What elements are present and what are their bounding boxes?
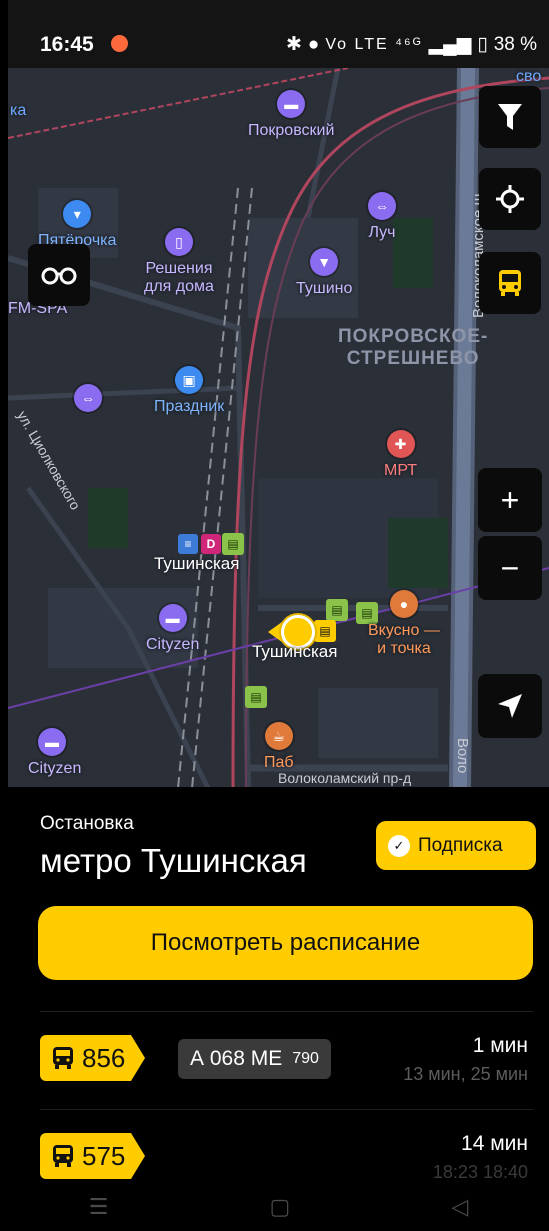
district-label: ПОКРОВСКОЕ- СТРЕШНЕВО bbox=[338, 326, 489, 369]
my-location-button[interactable] bbox=[478, 674, 542, 738]
street-label-volo: Воло bbox=[454, 738, 471, 774]
map-label-svo: сво bbox=[516, 68, 542, 85]
metro-mcd-icon: ≡ bbox=[178, 534, 198, 554]
subscribe-label: Подписка bbox=[418, 834, 503, 856]
battery-percent: 38 % bbox=[493, 33, 537, 55]
poi-cityzen-1[interactable]: ▬ Cityzen bbox=[146, 604, 199, 654]
medical-cross-icon: ✚ bbox=[386, 430, 415, 458]
back-icon[interactable]: ◁ bbox=[451, 1194, 468, 1220]
poi-tushino[interactable]: ▼ Тушино bbox=[296, 248, 352, 298]
view-schedule-button[interactable]: Посмотреть расписание bbox=[38, 906, 533, 980]
crosshair-button[interactable] bbox=[479, 168, 541, 230]
status-time: 16:45 bbox=[40, 33, 94, 56]
subscribe-button[interactable]: ✓ Подписка bbox=[376, 821, 536, 870]
poi-pab[interactable]: ☕ Паб bbox=[264, 722, 294, 772]
bus-stop-icon[interactable]: ▤ bbox=[222, 533, 244, 555]
app-screen: 16:45 ✱ ● Vo LTE ⁴⁶ᴳ ▂▄▆ ▯ 38 % ПОКРОВСК… bbox=[8, 0, 549, 1231]
system-nav-bar: ☰ ▢ ◁ bbox=[8, 1182, 549, 1231]
map-label-ka: ка bbox=[10, 102, 27, 119]
status-icons: ✱ ● Vo LTE ⁴⁶ᴳ ▂▄▆ ▯ 38 % bbox=[286, 33, 537, 56]
bus-icon bbox=[499, 270, 521, 296]
poi-prazdnik[interactable]: ⇔ bbox=[74, 384, 102, 412]
poi-vkusno[interactable]: ● Вкусно — и точка bbox=[368, 590, 440, 658]
poi-prazdnik-shop[interactable]: ▣ Праздник bbox=[154, 366, 224, 416]
route-number: 856 bbox=[82, 1042, 126, 1073]
mcd-d-icon: D bbox=[201, 534, 221, 554]
zoom-in-button[interactable]: + bbox=[478, 468, 542, 532]
network-indicator: Vo LTE ⁴⁶ᴳ bbox=[325, 35, 423, 53]
map-view[interactable]: ПОКРОВСКОЕ- СТРЕШНЕВО Волоколамское ш. ул… bbox=[8, 68, 549, 787]
stop-label[interactable]: Тушинская bbox=[252, 642, 337, 662]
burger-icon: ● bbox=[389, 590, 418, 618]
selected-stop-arrow bbox=[268, 622, 282, 642]
metro-station-label[interactable]: Тушинская bbox=[154, 554, 239, 574]
shopping-bag-icon: ▣ bbox=[175, 366, 204, 394]
bus-stop-icon[interactable]: ▤ bbox=[245, 686, 267, 708]
route-tag: 575 bbox=[40, 1133, 146, 1179]
poi-pokrovsky[interactable]: ▬ Покровский bbox=[248, 90, 334, 140]
filter-icon bbox=[498, 104, 522, 130]
route-eta: 1 мин bbox=[472, 1034, 528, 1057]
recording-indicator-icon bbox=[111, 35, 128, 52]
panorama-button[interactable] bbox=[28, 244, 90, 306]
poi-cityzen-2[interactable]: ▬ Cityzen bbox=[28, 728, 81, 778]
stop-title: метро Тушинская bbox=[40, 842, 307, 879]
briefcase-icon: ▬ bbox=[38, 728, 66, 756]
hotel-icon: ▬ bbox=[277, 90, 306, 118]
battery-icon: ▯ bbox=[477, 34, 488, 55]
street-label-volokolamsky-proezd: Волоколамский пр-д bbox=[278, 770, 412, 786]
bus-icon bbox=[53, 1047, 73, 1069]
route-row[interactable]: 856 А 068 МЕ 790 1 мин 13 мин, 25 мин bbox=[8, 1014, 549, 1104]
route-number: 575 bbox=[82, 1140, 126, 1171]
fitness-icon: ⇔ bbox=[368, 192, 396, 220]
signal-icon: ▂▄▆ bbox=[428, 34, 472, 55]
home-icon[interactable]: ▢ bbox=[269, 1194, 290, 1220]
recent-apps-icon[interactable]: ☰ bbox=[89, 1194, 109, 1220]
zoom-out-button[interactable]: − bbox=[478, 536, 542, 600]
poi-reshenia[interactable]: ▯ Решения для дома bbox=[144, 228, 214, 296]
plus-icon: + bbox=[500, 482, 520, 518]
filter-button[interactable] bbox=[479, 86, 541, 148]
basket-icon: ▾ bbox=[63, 200, 92, 228]
stop-kicker: Остановка bbox=[40, 813, 134, 834]
trophy-icon: ▼ bbox=[310, 248, 339, 276]
navigation-arrow-icon bbox=[498, 694, 522, 718]
selected-stop-badge: ▤ bbox=[314, 620, 336, 642]
phone-icon: ▯ bbox=[164, 228, 193, 256]
minus-icon: − bbox=[500, 550, 520, 586]
poi-luch[interactable]: ⇔ Луч bbox=[368, 192, 396, 242]
fitness-icon: ⇔ bbox=[74, 384, 102, 412]
status-bar: 16:45 ✱ ● Vo LTE ⁴⁶ᴳ ▂▄▆ ▯ 38 % bbox=[8, 0, 549, 68]
bus-stop-icon[interactable]: ▤ bbox=[326, 599, 348, 621]
bus-icon bbox=[53, 1145, 73, 1167]
map-canvas bbox=[8, 68, 549, 787]
checkmark-icon: ✓ bbox=[388, 834, 410, 857]
location-icon: ● bbox=[307, 33, 320, 55]
crosshair-icon bbox=[496, 185, 524, 213]
cup-icon: ☕ bbox=[264, 722, 293, 750]
briefcase-icon: ▬ bbox=[158, 604, 187, 632]
route-next-arrivals: 18:23 18:40 bbox=[432, 1162, 528, 1182]
glasses-icon bbox=[41, 267, 77, 285]
poi-mrt[interactable]: ✚ МРТ bbox=[384, 430, 417, 480]
route-eta: 14 мин bbox=[461, 1132, 528, 1155]
route-tag: 856 bbox=[40, 1035, 146, 1081]
stop-card: Остановка метро Тушинская ✓ Подписка Пос… bbox=[8, 787, 549, 1182]
transport-layer-button[interactable] bbox=[479, 252, 541, 314]
vehicle-plate: А 068 МЕ 790 bbox=[178, 1039, 331, 1079]
bluetooth-icon: ✱ bbox=[285, 34, 302, 55]
route-next-arrivals: 13 мин, 25 мин bbox=[403, 1064, 528, 1084]
divider bbox=[40, 1109, 533, 1110]
poi-pyaterochka[interactable]: ▾ Пятёрочка bbox=[38, 200, 116, 250]
divider bbox=[40, 1011, 533, 1012]
